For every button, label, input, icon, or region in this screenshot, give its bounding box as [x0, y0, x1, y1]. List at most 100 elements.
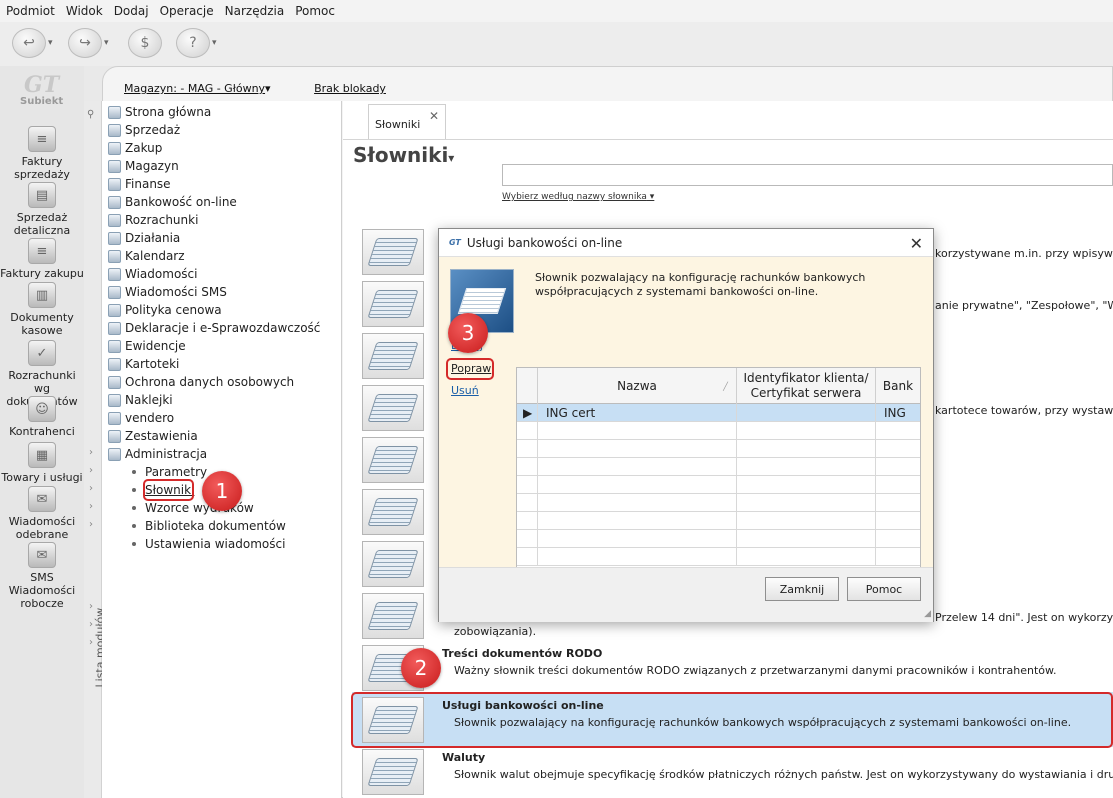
tree-item-kartoteki[interactable]: Kartoteki	[108, 355, 179, 373]
register-button[interactable]: $	[128, 28, 162, 58]
dictionary-icon[interactable]	[362, 749, 424, 795]
menu-bar: Podmiot Widok Dodaj Operacje Narzędzia P…	[0, 0, 1113, 22]
column-label: Nazwa	[617, 378, 657, 393]
chevron-down-icon[interactable]: ▾	[48, 38, 53, 48]
dictionary-icon[interactable]	[362, 333, 424, 379]
dictionary-title-rodo[interactable]: Treści dokumentów RODO	[442, 647, 602, 660]
tree-item-zakup[interactable]: Zakup	[108, 139, 162, 157]
module-label: Kontrahenci	[9, 425, 75, 438]
chevron-right-icon[interactable]: ›	[89, 619, 93, 630]
chevron-right-icon[interactable]: ›	[89, 501, 93, 512]
menu-dodaj[interactable]: Dodaj	[114, 4, 149, 18]
menu-podmiot[interactable]: Podmiot	[6, 4, 55, 18]
menu-pomoc[interactable]: Pomoc	[295, 4, 335, 18]
tree-item-strona-glowna[interactable]: Strona główna	[108, 103, 211, 121]
close-icon[interactable]: ✕	[429, 109, 439, 123]
module-sms[interactable]: ✉ SMS Wiadomości robocze	[0, 542, 84, 610]
tree-item-wiadomosci-sms[interactable]: Wiadomości SMS	[108, 283, 227, 301]
table-row[interactable]	[517, 458, 920, 476]
tree-label: Strona główna	[125, 105, 212, 119]
warehouse-selector[interactable]: Magazyn: - MAG - Główny	[124, 82, 265, 95]
menu-operacje[interactable]: Operacje	[160, 4, 214, 18]
sort-icon: ╱	[723, 381, 728, 391]
pin-icon[interactable]: ⚲	[87, 109, 94, 120]
menu-narzedzia[interactable]: Narzędzia	[225, 4, 285, 18]
menu-widok[interactable]: Widok	[66, 4, 103, 18]
chevron-right-icon[interactable]: ›	[89, 601, 93, 612]
chevron-right-icon[interactable]: ›	[89, 519, 93, 530]
tree-item-administracja[interactable]: Administracja	[108, 445, 207, 463]
tree-item-sprzedaz[interactable]: Sprzedaż	[108, 121, 180, 139]
back-button[interactable]: ↩	[12, 28, 46, 58]
help-button[interactable]: Pomoc	[847, 577, 921, 601]
tree-item-bankowosc[interactable]: Bankowość on-line	[108, 193, 237, 211]
tree-item-rozrachunki[interactable]: Rozrachunki	[108, 211, 198, 229]
help-button[interactable]: ?	[176, 28, 210, 58]
column-header-identyfikator[interactable]: Identyfikator klienta/ Certyfikat serwer…	[736, 368, 875, 404]
dictionary-icon[interactable]	[362, 489, 424, 535]
empty-cell	[736, 458, 875, 475]
page-title[interactable]: Słowniki▾	[353, 143, 454, 167]
dictionary-title-waluty[interactable]: Waluty	[442, 751, 485, 764]
dictionary-icon[interactable]	[362, 281, 424, 327]
table-row[interactable]	[517, 476, 920, 494]
delete-link[interactable]: Usuń	[451, 384, 479, 397]
tree-subitem-ustawienia[interactable]: Ustawienia wiadomości	[132, 535, 285, 553]
module-faktury-zakupu[interactable]: ≡ Faktury zakupu	[0, 238, 84, 280]
resize-grip-icon[interactable]: ◢	[924, 609, 931, 619]
search-mode-selector[interactable]: Wybierz według nazwy słownika ▾	[502, 192, 654, 202]
table-row[interactable]: ▶ ING cert ING	[517, 404, 920, 422]
module-wiadomosci-odebrane[interactable]: ✉ Wiadomości odebrane	[0, 486, 84, 541]
home-icon	[108, 105, 121, 119]
tree-item-vendero[interactable]: vendero	[108, 409, 174, 427]
dictionary-icon[interactable]	[362, 229, 424, 275]
module-faktury-sprzedazy[interactable]: ≡ Faktury sprzedaży	[0, 126, 84, 181]
module-towary[interactable]: ▦ Towary i usługi	[0, 442, 84, 484]
chevron-down-icon[interactable]: ▾	[104, 38, 109, 48]
tree-item-ochrona-danych[interactable]: Ochrona danych osobowych	[108, 373, 294, 391]
chevron-down-icon[interactable]: ▾	[265, 82, 271, 95]
table-row[interactable]	[517, 494, 920, 512]
forward-button[interactable]: ↪	[68, 28, 102, 58]
tree-item-wiadomosci[interactable]: Wiadomości	[108, 265, 197, 283]
tree-item-dzialania[interactable]: Działania	[108, 229, 180, 247]
tree-item-deklaracje[interactable]: Deklaracje i e-Sprawozdawczość	[108, 319, 320, 337]
chevron-right-icon[interactable]: ›	[89, 447, 93, 458]
close-button[interactable]: Zamknij	[765, 577, 839, 601]
tree-item-magazyn[interactable]: Magazyn	[108, 157, 179, 175]
bank-services-dialog: GT Usługi bankowości on-line ✕ Słownik p…	[438, 228, 934, 622]
dictionary-icon[interactable]	[362, 541, 424, 587]
table-row[interactable]	[517, 530, 920, 548]
dictionary-search-input[interactable]	[502, 164, 1113, 186]
module-dokumenty-kasowe[interactable]: ▥ Dokumenty kasowe	[0, 282, 84, 337]
tree-item-naklejki[interactable]: Naklejki	[108, 391, 173, 409]
tree-item-kalendarz[interactable]: Kalendarz	[108, 247, 185, 265]
lock-status[interactable]: Brak blokady	[314, 82, 386, 95]
module-kontrahenci[interactable]: ☺ Kontrahenci	[0, 396, 84, 438]
table-row[interactable]	[517, 512, 920, 530]
tree-item-ewidencje[interactable]: Ewidencje	[108, 337, 186, 355]
dictionary-desc-partial: anie prywatne", "Zespołowe", "Wyja	[935, 299, 1113, 312]
tree-item-finanse[interactable]: Finanse	[108, 175, 171, 193]
purchase-invoice-icon: ≡	[28, 238, 56, 264]
tree-label: Bankowość on-line	[125, 195, 237, 209]
chevron-right-icon[interactable]: ›	[89, 483, 93, 494]
tree-item-zestawienia[interactable]: Zestawienia	[108, 427, 198, 445]
tab-slowniki[interactable]: Słowniki ✕	[368, 104, 446, 140]
tree-item-polityka-cenowa[interactable]: Polityka cenowa	[108, 301, 222, 319]
close-icon[interactable]: ✕	[910, 234, 923, 253]
column-header-bank[interactable]: Bank	[875, 368, 920, 404]
module-sprzedaz-detaliczna[interactable]: ▤ Sprzedaż detaliczna	[0, 182, 84, 237]
dictionary-icon[interactable]	[362, 593, 424, 639]
column-header-nazwa[interactable]: Nazwa ╱	[537, 368, 736, 404]
table-row[interactable]	[517, 422, 920, 440]
table-row[interactable]	[517, 440, 920, 458]
chevron-right-icon[interactable]: ›	[89, 637, 93, 648]
tree-label: Finanse	[125, 177, 171, 191]
dictionary-icon[interactable]	[362, 385, 424, 431]
chevron-right-icon[interactable]: ›	[89, 465, 93, 476]
table-row[interactable]	[517, 548, 920, 566]
tree-subitem-biblioteka[interactable]: Biblioteka dokumentów	[132, 517, 286, 535]
chevron-down-icon[interactable]: ▾	[212, 38, 217, 48]
dictionary-icon[interactable]	[362, 437, 424, 483]
